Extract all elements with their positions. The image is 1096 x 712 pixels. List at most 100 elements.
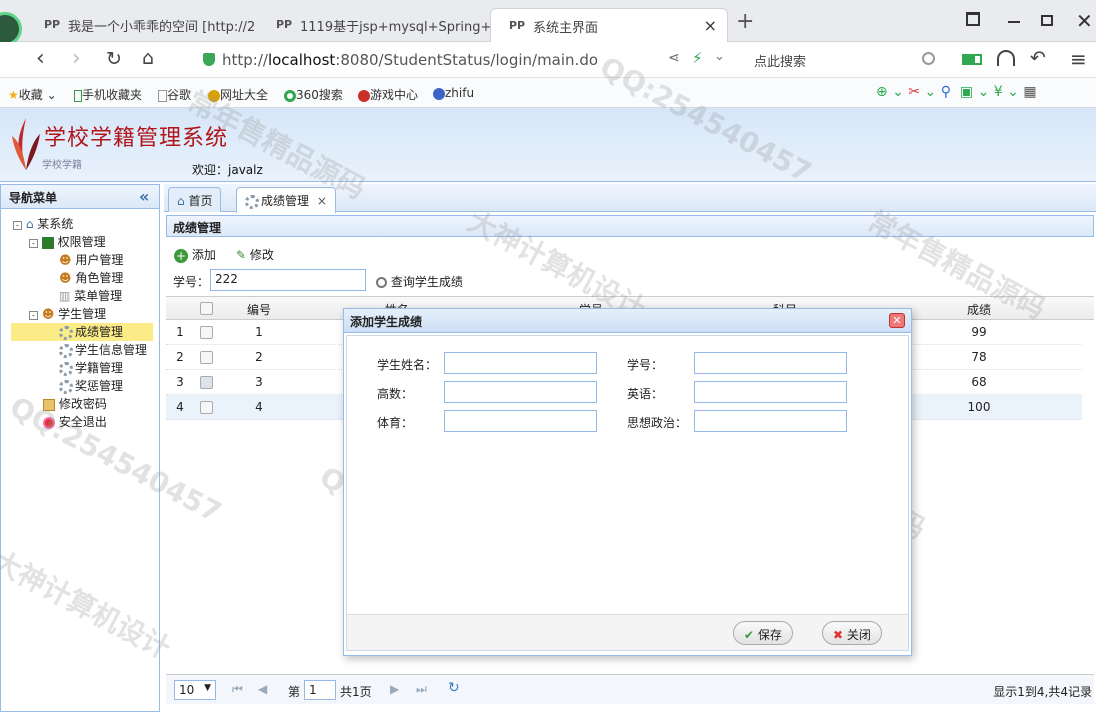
column-header-score[interactable]: 成绩 — [884, 301, 1074, 318]
row-checkbox[interactable] — [200, 401, 213, 414]
tab-scores[interactable]: 成绩管理 × — [236, 187, 336, 213]
select-all-checkbox[interactable] — [200, 302, 213, 315]
home-icon[interactable]: ⌂ — [142, 47, 154, 69]
add-button[interactable]: + 添加 — [174, 246, 216, 263]
tree-node-root[interactable]: - ⌂ 某系统 — [13, 215, 73, 233]
browser-tab-label: 1119基于jsp+mysql+Spring+m — [300, 20, 498, 35]
dialog-footer: ✔ 保存 ✖ 关闭 — [347, 614, 908, 650]
tree-toggle-icon[interactable]: - — [13, 221, 22, 230]
tree-node-status[interactable]: 学籍管理 — [59, 359, 123, 377]
page-icon — [158, 89, 167, 102]
browser-tab-3[interactable]: PP 系统主界面 × — [490, 8, 728, 42]
row-checkbox[interactable] — [200, 376, 213, 389]
pe-input[interactable] — [444, 410, 597, 432]
forward-icon[interactable]: › — [72, 46, 81, 71]
home-icon: ⌂ — [177, 194, 185, 208]
url-field[interactable]: http://localhost:8080/StudentStatus/logi… — [222, 51, 598, 69]
column-header-id[interactable]: 编号 — [224, 301, 294, 318]
english-input[interactable] — [694, 381, 847, 403]
tree-node-users[interactable]: ☻ 用户管理 — [59, 251, 123, 269]
logo-icon — [12, 118, 40, 170]
browser-tab-1[interactable]: PP 我是一个小乖乖的空间 [http://2 — [26, 8, 266, 42]
tree-node-permissions[interactable]: - 权限管理 — [29, 233, 106, 251]
collapse-icon[interactable]: « — [139, 187, 149, 206]
tree-node-student-info[interactable]: 学生信息管理 — [59, 341, 147, 359]
cell-score: 78 — [971, 350, 987, 364]
browser-tab-label: 系统主界面 — [533, 21, 599, 36]
student-number-field[interactable] — [694, 352, 847, 374]
extension-icons[interactable]: ⊕ ⌄ ✂ ⌄ ⚲ ▣ ⌄ ¥ ⌄ ▦ — [876, 84, 1037, 100]
bookmark-360[interactable]: 360搜索 — [284, 86, 343, 103]
close-tab-icon[interactable]: × — [704, 16, 717, 35]
math-input[interactable] — [444, 381, 597, 403]
bookmark-games[interactable]: 游戏中心 — [358, 86, 418, 103]
tab-home[interactable]: ⌂ 首页 — [168, 187, 222, 212]
chevron-down-icon[interactable]: ⌄ — [714, 49, 725, 64]
page-size-select[interactable]: 10 ▼ — [174, 680, 216, 700]
first-page-icon[interactable]: ⏮ — [232, 682, 243, 697]
edit-button[interactable]: ✎ 修改 — [236, 246, 274, 263]
next-page-icon[interactable]: ▶ — [390, 682, 399, 696]
search-icon[interactable] — [922, 52, 935, 65]
prev-page-icon[interactable]: ◀ — [258, 682, 267, 696]
menu-icon[interactable]: ≡ — [1070, 47, 1087, 71]
lightning-icon[interactable]: ⚡ — [692, 49, 703, 67]
refresh-icon[interactable]: ↻ — [448, 680, 460, 696]
row-checkbox[interactable] — [200, 326, 213, 339]
permission-icon — [41, 236, 54, 249]
close-window-icon[interactable]: ✕ — [1076, 9, 1093, 33]
search-engine-input[interactable]: 点此搜索 — [754, 51, 806, 70]
minimize-icon[interactable] — [1008, 21, 1020, 23]
undo-icon[interactable]: ↶ — [1030, 47, 1046, 69]
bookmark-mobile[interactable]: 手机收藏夹 — [74, 86, 142, 103]
tree-node-students[interactable]: - ☻ 学生管理 — [29, 305, 106, 323]
tree-node-label: 安全退出 — [58, 415, 107, 429]
headphones-icon[interactable] — [997, 50, 1015, 66]
tree-node-menus[interactable]: ▥ 菜单管理 — [59, 287, 122, 305]
nav-header: 导航菜单 « — [1, 185, 159, 209]
politics-input[interactable] — [694, 410, 847, 432]
tab-favicon-icon: PP — [276, 18, 293, 31]
close-button[interactable]: ✖ 关闭 — [822, 621, 882, 645]
dialog-close-icon[interactable]: ✕ — [889, 313, 905, 328]
row-checkbox[interactable] — [200, 351, 213, 364]
tree-node-roles[interactable]: ☻ 角色管理 — [59, 269, 123, 287]
query-label: 查询学生成绩 — [390, 275, 463, 289]
tab-close-icon[interactable]: × — [317, 194, 327, 208]
cell-id: 1 — [255, 325, 263, 339]
browser-tab-2[interactable]: PP 1119基于jsp+mysql+Spring+m — [258, 8, 498, 42]
tree-node-logout[interactable]: 安全退出 — [43, 413, 107, 431]
bookmark-sites[interactable]: 网址大全 — [208, 86, 268, 103]
back-icon[interactable]: ‹ — [36, 46, 45, 71]
bookmark-favorites[interactable]: ★收藏 ⌄ — [8, 86, 57, 103]
app-subtitle: 学校学籍 — [42, 160, 82, 171]
dropdown-icon: ▼ — [204, 683, 211, 693]
reload-icon[interactable]: ↻ — [106, 48, 122, 70]
bookmark-zhifu[interactable]: zhifu — [433, 86, 474, 100]
phone-icon — [74, 89, 82, 102]
tree-toggle-icon[interactable]: - — [29, 239, 38, 248]
last-page-icon[interactable]: ⏭ — [416, 682, 427, 697]
tree-node-rewards[interactable]: 奖惩管理 — [59, 377, 123, 395]
bookmark-google[interactable]: 谷歌 — [158, 86, 191, 103]
query-scores-button[interactable]: 查询学生成绩 — [376, 273, 463, 290]
tree-node-label: 用户管理 — [75, 253, 124, 267]
shirt-icon[interactable] — [966, 12, 980, 26]
address-bar: ‹ › ↻ ⌂ http://localhost:8080/StudentSta… — [0, 42, 1096, 78]
share-icon[interactable]: ⋖ — [668, 50, 680, 66]
tree-node-label: 某系统 — [37, 217, 74, 231]
tree-node-password[interactable]: 修改密码 — [43, 395, 107, 413]
new-tab-button[interactable]: + — [736, 9, 754, 34]
save-button[interactable]: ✔ 保存 — [733, 621, 793, 645]
maximize-icon[interactable] — [1041, 15, 1053, 26]
battery-icon[interactable] — [962, 54, 982, 65]
math-label: 高数： — [377, 387, 414, 401]
globe-icon — [208, 89, 220, 102]
student-name-input[interactable] — [444, 352, 597, 374]
student-number-input[interactable]: 222 — [210, 269, 366, 291]
tree-toggle-icon[interactable]: - — [29, 311, 38, 320]
tab-label: 首页 — [188, 194, 213, 208]
page-number-input[interactable]: 1 — [304, 680, 336, 700]
tree-node-scores[interactable]: 成绩管理 — [11, 323, 153, 341]
welcome-text: 欢迎：javalz — [192, 163, 263, 177]
